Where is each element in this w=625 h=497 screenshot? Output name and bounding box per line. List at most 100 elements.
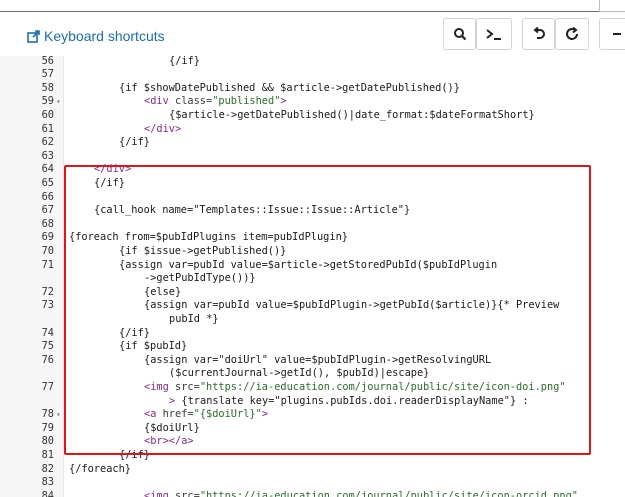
- code-text: {assign var=pubId value=$article->getSto…: [119, 259, 497, 273]
- code-token: <img: [144, 489, 175, 497]
- undo-button[interactable]: [522, 18, 555, 50]
- redo-button[interactable]: [555, 18, 589, 50]
- code-text: {$doiUrl}: [144, 422, 200, 436]
- code-text: <div class="published">: [144, 95, 287, 109]
- code-token: "{$doiUrl}": [193, 408, 262, 421]
- keyboard-shortcuts-link[interactable]: Keyboard shortcuts: [27, 28, 165, 44]
- line-number: 82: [41, 462, 54, 475]
- terminal-button[interactable]: [476, 18, 512, 50]
- code-token: ->getPubIdType())}: [144, 272, 256, 285]
- code-text: {if $pubId}: [119, 340, 187, 354]
- line-number: 76: [41, 353, 54, 366]
- code-line: pubId *}: [0, 313, 625, 327]
- line-number: 62: [41, 136, 54, 149]
- code-token: {/foreach}: [69, 462, 131, 475]
- code-token: "published": [212, 95, 281, 108]
- terminal-icon: [486, 29, 501, 40]
- code-token: {assign var=pubId value=$pubIdPlugin->ge…: [144, 299, 560, 312]
- more-button[interactable]: [599, 18, 625, 50]
- line-number: 66: [41, 190, 54, 203]
- code-token: {if $showDatePublished && $article->getD…: [119, 81, 460, 94]
- code-line: 83: [0, 476, 625, 490]
- code-line: 77 <img src="https://ia-education.com/jou…: [0, 381, 625, 395]
- code-text: </div>: [144, 123, 181, 137]
- code-line: 65 {/if}: [0, 177, 625, 191]
- code-line: 73 {assign var=pubId value=$pubIdPlugin->…: [0, 299, 625, 313]
- code-token: {if $pubId}: [119, 340, 188, 353]
- line-number: 73: [41, 299, 54, 312]
- code-text: <a href="{$doiUrl}">: [144, 408, 268, 422]
- code-text: {if $showDatePublished && $article->getD…: [119, 82, 460, 96]
- line-number: 81: [41, 448, 54, 461]
- code-token: {$article->getDatePublished()|date_forma…: [169, 108, 535, 121]
- code-line: 80 <br></a>: [0, 435, 625, 449]
- code-token: >: [280, 95, 287, 108]
- code-text: {/if}: [119, 327, 150, 341]
- code-text: <img src="https://ia-education.com/journ…: [144, 490, 578, 497]
- line-number: 59: [41, 95, 54, 108]
- code-line: 63: [0, 150, 625, 164]
- fold-toggle-icon[interactable]: ▾: [56, 95, 61, 109]
- search-icon: [453, 28, 466, 41]
- code-line: 82 {/foreach}: [0, 463, 625, 477]
- line-number: 75: [41, 340, 54, 353]
- line-number: 56: [41, 56, 54, 67]
- code-line: 78 ▾ <a href="{$doiUrl}">: [0, 408, 625, 422]
- code-token: {assign var="doiUrl" value=$pubIdPlugin-…: [144, 353, 492, 366]
- code-text: </div>: [94, 163, 131, 177]
- line-number: 67: [41, 204, 54, 217]
- code-text: pubId *}: [169, 313, 219, 327]
- code-text: {/if}: [119, 449, 150, 463]
- code-line: ($currentJournal->getId(), $pubId)|escap…: [0, 367, 625, 381]
- arrow-left-icon: [613, 33, 621, 35]
- code-line: 72 {else}: [0, 286, 625, 300]
- code-token: <br></a>: [144, 435, 194, 448]
- code-token: {translate key="plugins.pubIds.doi.reade…: [181, 394, 529, 407]
- code-editor[interactable]: 56 {/if} 57 58 {if $showDatePublished && $ar…: [0, 56, 625, 497]
- line-number: 60: [41, 108, 54, 121]
- line-number: 72: [41, 285, 54, 298]
- fold-toggle-icon[interactable]: ▾: [56, 408, 61, 422]
- code-line: ->getPubIdType())}: [0, 272, 625, 286]
- line-number: 78: [41, 408, 54, 421]
- code-token: {/if}: [119, 136, 150, 149]
- line-number: 84: [41, 489, 54, 497]
- code-line: 70 {if $issue->getPublished()}: [0, 245, 625, 259]
- code-token: <div: [144, 95, 175, 108]
- code-line: 60 {$article->getDatePublished()|date_for…: [0, 109, 625, 123]
- code-text: {foreach from=$pubIdPlugins item=pubIdPl…: [69, 231, 348, 245]
- line-number: 68: [41, 217, 54, 230]
- code-line: 58 {if $showDatePublished && $article->ge…: [0, 82, 625, 96]
- line-number: 63: [41, 149, 54, 162]
- search-button[interactable]: [443, 18, 476, 50]
- code-text: <br></a>: [144, 435, 194, 449]
- code-line: 67 {call_hook name="Templates::Issue::Iss…: [0, 204, 625, 218]
- code-line: 71 {assign var=pubId value=$article->getS…: [0, 259, 625, 273]
- code-text: > {translate key="plugins.pubIds.doi.rea…: [169, 395, 529, 409]
- code-line: 57: [0, 68, 625, 82]
- code-text: {assign var="doiUrl" value=$pubIdPlugin-…: [144, 354, 491, 368]
- line-number: 65: [41, 176, 54, 189]
- code-text: <img src="https://ia-education.com/journ…: [144, 381, 566, 395]
- code-text: {/foreach}: [69, 463, 131, 477]
- code-token: <img: [144, 380, 175, 393]
- line-number: 80: [41, 435, 54, 448]
- code-line: 62 {/if}: [0, 136, 625, 150]
- editor-header: Keyboard shortcuts: [0, 13, 625, 56]
- code-token: {/if}: [119, 326, 150, 339]
- code-text: {if $issue->getPublished()}: [119, 245, 286, 259]
- code-token: {if $issue->getPublished()}: [119, 244, 287, 257]
- code-token: >: [169, 394, 182, 407]
- line-number: 77: [41, 380, 54, 393]
- code-token: >: [261, 408, 269, 421]
- code-token: {assign var=pubId value=$article->getSto…: [119, 258, 498, 271]
- code-line: 81 {/if}: [0, 449, 625, 463]
- code-line: 74 {/if}: [0, 327, 625, 341]
- line-number: 69: [41, 231, 54, 244]
- code-line: 79 {$doiUrl}: [0, 422, 625, 436]
- code-token: {$doiUrl}: [144, 421, 200, 434]
- line-number: 70: [41, 244, 54, 257]
- line-number: 57: [41, 68, 54, 81]
- top-notch: [599, 0, 625, 12]
- code-token: </div>: [94, 163, 132, 176]
